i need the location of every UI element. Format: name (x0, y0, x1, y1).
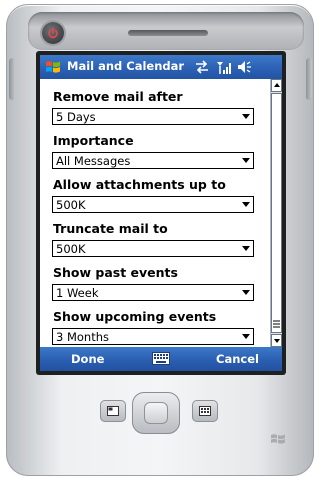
importance-select[interactable]: All Messages (52, 152, 254, 169)
select-value: 1 Week (56, 286, 99, 300)
field-label-importance: Importance (53, 133, 134, 148)
arrow-up-icon (274, 83, 280, 87)
truncate-select[interactable]: 500K (52, 240, 254, 257)
dropdown-arrow-icon (242, 158, 250, 163)
scroll-down-button[interactable] (271, 334, 282, 347)
field-label-past-events: Show past events (53, 265, 178, 280)
speaker-grille (128, 30, 208, 36)
softkey-bar: Done Cancel (40, 347, 282, 371)
attachments-select[interactable]: 500K (52, 196, 254, 213)
scroll-thumb[interactable] (271, 93, 282, 333)
select-value: All Messages (56, 154, 131, 168)
speaker-icon[interactable] (236, 59, 252, 75)
dropdown-arrow-icon (242, 202, 250, 207)
keyboard-icon[interactable] (152, 352, 170, 365)
title-bar: Mail and Calendar (40, 55, 282, 79)
left-side-button[interactable] (9, 58, 15, 100)
select-value: 500K (56, 198, 86, 212)
field-label-upcoming-events: Show upcoming events (53, 309, 217, 324)
windows-logo-icon (271, 434, 285, 444)
windows-logo-icon[interactable] (44, 58, 62, 76)
remove-mail-select[interactable]: 5 Days (52, 108, 254, 125)
right-side-button[interactable] (306, 58, 312, 100)
upcoming-events-select[interactable]: 3 Months (52, 328, 254, 345)
dropdown-arrow-icon (242, 334, 250, 339)
vertical-scrollbar[interactable] (270, 79, 282, 347)
grip-icon (273, 320, 280, 328)
field-label-attachments: Allow attachments up to (53, 177, 226, 192)
screen: Mail and Calendar Remove mail after 5 Da… (40, 55, 282, 371)
power-button[interactable] (42, 22, 64, 44)
hardware-controls (90, 392, 222, 438)
cancel-softkey[interactable]: Cancel (216, 352, 259, 366)
dropdown-arrow-icon (242, 114, 250, 119)
done-softkey[interactable]: Done (71, 352, 104, 366)
scroll-up-button[interactable] (271, 79, 282, 92)
select-value: 3 Months (56, 330, 110, 344)
arrow-down-icon (274, 339, 280, 343)
dropdown-arrow-icon (242, 290, 250, 295)
app-title: Mail and Calendar (67, 59, 185, 73)
past-events-select[interactable]: 1 Week (52, 284, 254, 301)
sync-icon[interactable] (194, 59, 210, 75)
signal-icon[interactable] (215, 59, 231, 75)
dpad-select-button[interactable] (144, 402, 168, 424)
power-icon (48, 27, 58, 39)
select-value: 5 Days (56, 110, 96, 124)
dropdown-arrow-icon (242, 246, 250, 251)
select-value: 500K (56, 242, 86, 256)
calendar-hardware-button[interactable] (100, 400, 126, 422)
field-label-remove-mail: Remove mail after (53, 89, 183, 104)
contacts-icon (199, 406, 211, 416)
calendar-icon (107, 406, 119, 416)
directional-pad[interactable] (132, 392, 180, 434)
contacts-hardware-button[interactable] (192, 400, 218, 422)
settings-form: Remove mail after 5 Days Importance All … (40, 79, 270, 349)
field-label-truncate: Truncate mail to (53, 221, 168, 236)
